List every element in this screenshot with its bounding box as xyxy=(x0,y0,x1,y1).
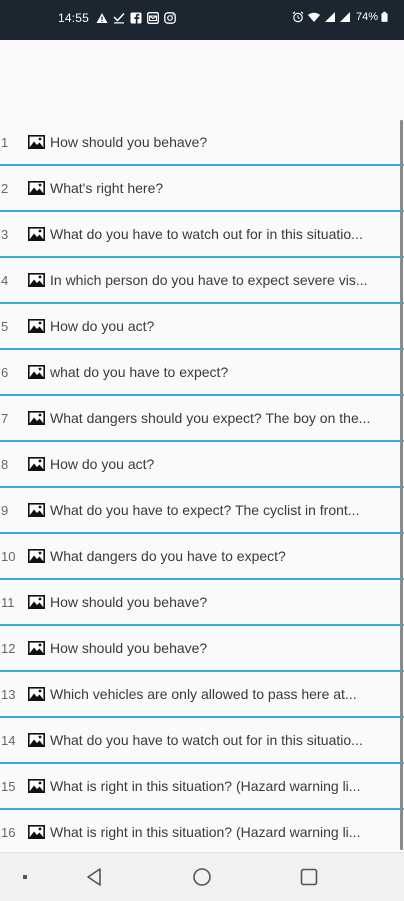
image-icon xyxy=(28,135,45,149)
list-item-text: What do you have to watch out for in thi… xyxy=(50,226,363,242)
list-item-text: How should you behave? xyxy=(50,594,208,610)
list-item-number: 7 xyxy=(1,410,9,426)
image-icon xyxy=(28,181,45,195)
list-item-number: 14 xyxy=(1,732,16,748)
list-item[interactable]: 1 How should you behave? xyxy=(0,120,404,166)
email-icon xyxy=(147,12,159,24)
navigation-bar xyxy=(0,852,404,901)
image-icon xyxy=(28,825,45,839)
list-item-number: 2 xyxy=(1,180,9,196)
menu-dot-icon[interactable] xyxy=(14,866,36,888)
list-item-number: 15 xyxy=(1,778,16,794)
image-icon xyxy=(28,687,45,701)
list-item[interactable]: 9 What do you have to expect? The cyclist… xyxy=(0,488,404,534)
list-item-number: 13 xyxy=(1,686,16,702)
list-item[interactable]: 12 How should you behave? xyxy=(0,626,404,672)
list-item[interactable]: 11 How should you behave? xyxy=(0,580,404,626)
list-item[interactable]: 16 What is right in this situation? (Haza… xyxy=(0,810,404,856)
image-icon xyxy=(28,273,45,287)
image-icon xyxy=(28,641,45,655)
recents-icon[interactable] xyxy=(298,866,320,888)
list-item-text: How should you behave? xyxy=(50,640,208,656)
list-item-text: Which vehicles are only allowed to pass … xyxy=(50,686,357,702)
signal-icon xyxy=(324,12,335,22)
image-icon xyxy=(28,365,45,379)
list-item-text: What is right in this situation? (Hazard… xyxy=(50,778,361,794)
list-item[interactable]: 10 What dangers do you have to expect? xyxy=(0,534,404,580)
list-item-text: What do you have to expect? The cyclist … xyxy=(50,502,360,518)
list-item-text: How do you act? xyxy=(50,456,155,472)
home-icon[interactable] xyxy=(191,866,213,888)
alarm-icon xyxy=(292,11,304,23)
list-item-text: What's right here? xyxy=(50,180,164,196)
image-icon xyxy=(28,595,45,609)
image-icon xyxy=(28,227,45,241)
image-icon xyxy=(28,733,45,747)
image-icon xyxy=(28,779,45,793)
image-icon xyxy=(28,549,45,563)
list-item-number: 11 xyxy=(1,594,15,610)
list-item-text: what do you have to expect? xyxy=(50,364,229,380)
check-icon xyxy=(113,12,125,24)
list-item[interactable]: 7 What dangers should you expect? The boy… xyxy=(0,396,404,442)
list-item-number: 6 xyxy=(1,364,9,380)
list-item-text: In which person do you have to expect se… xyxy=(50,272,368,288)
image-icon xyxy=(28,411,45,425)
list-item-number: 4 xyxy=(1,272,9,288)
list-item-number: 9 xyxy=(1,502,9,518)
list-item[interactable]: 3 What do you have to watch out for in th… xyxy=(0,212,404,258)
status-time: 14:55 xyxy=(58,11,90,25)
scrollbar[interactable] xyxy=(400,120,403,850)
list-item[interactable]: 13 Which vehicles are only allowed to pas… xyxy=(0,672,404,718)
list-item[interactable]: 4 In which person do you have to expect s… xyxy=(0,258,404,304)
list-item-number: 5 xyxy=(1,318,9,334)
list-item-text: What dangers do you have to expect? xyxy=(50,548,286,564)
instagram-icon xyxy=(164,12,176,24)
back-icon[interactable] xyxy=(84,866,106,888)
list-item[interactable]: 2 What's right here? xyxy=(0,166,404,212)
list-item-number: 8 xyxy=(1,456,9,472)
status-right: 74% xyxy=(292,11,388,23)
list-item-number: 1 xyxy=(1,134,9,150)
list-item-text: How should you behave? xyxy=(50,134,208,150)
image-icon xyxy=(28,503,45,517)
image-icon xyxy=(28,319,45,333)
list-item[interactable]: 6 what do you have to expect? xyxy=(0,350,404,396)
list-item-number: 10 xyxy=(1,548,16,564)
list-item-number: 12 xyxy=(1,640,16,656)
list-item-text: What do you have to watch out for in thi… xyxy=(50,732,363,748)
list-item[interactable]: 5 How do you act? xyxy=(0,304,404,350)
list-item[interactable]: 8 How do you act? xyxy=(0,442,404,488)
status-left: 14:55 xyxy=(58,11,176,25)
battery-percentage: 74% xyxy=(355,11,378,23)
list-item[interactable]: 14 What do you have to watch out for in t… xyxy=(0,718,404,764)
list-item-text: What is right in this situation? (Hazard… xyxy=(50,824,361,840)
status-bar: 14:55 74% xyxy=(0,0,404,40)
facebook-icon xyxy=(130,12,142,24)
list-item-text: What dangers should you expect? The boy … xyxy=(50,410,371,426)
warning-icon xyxy=(96,13,108,23)
list-item-number: 16 xyxy=(1,824,16,840)
battery-icon xyxy=(381,11,388,22)
image-icon xyxy=(28,457,45,471)
list-item-text: How do you act? xyxy=(50,318,155,334)
signal-icon xyxy=(339,12,350,22)
question-list: 1 How should you behave? 2 What's right her… xyxy=(0,120,404,856)
list-item-number: 3 xyxy=(1,226,9,242)
list-item[interactable]: 15 What is right in this situation? (Haza… xyxy=(0,764,404,810)
wifi-icon xyxy=(307,12,320,22)
